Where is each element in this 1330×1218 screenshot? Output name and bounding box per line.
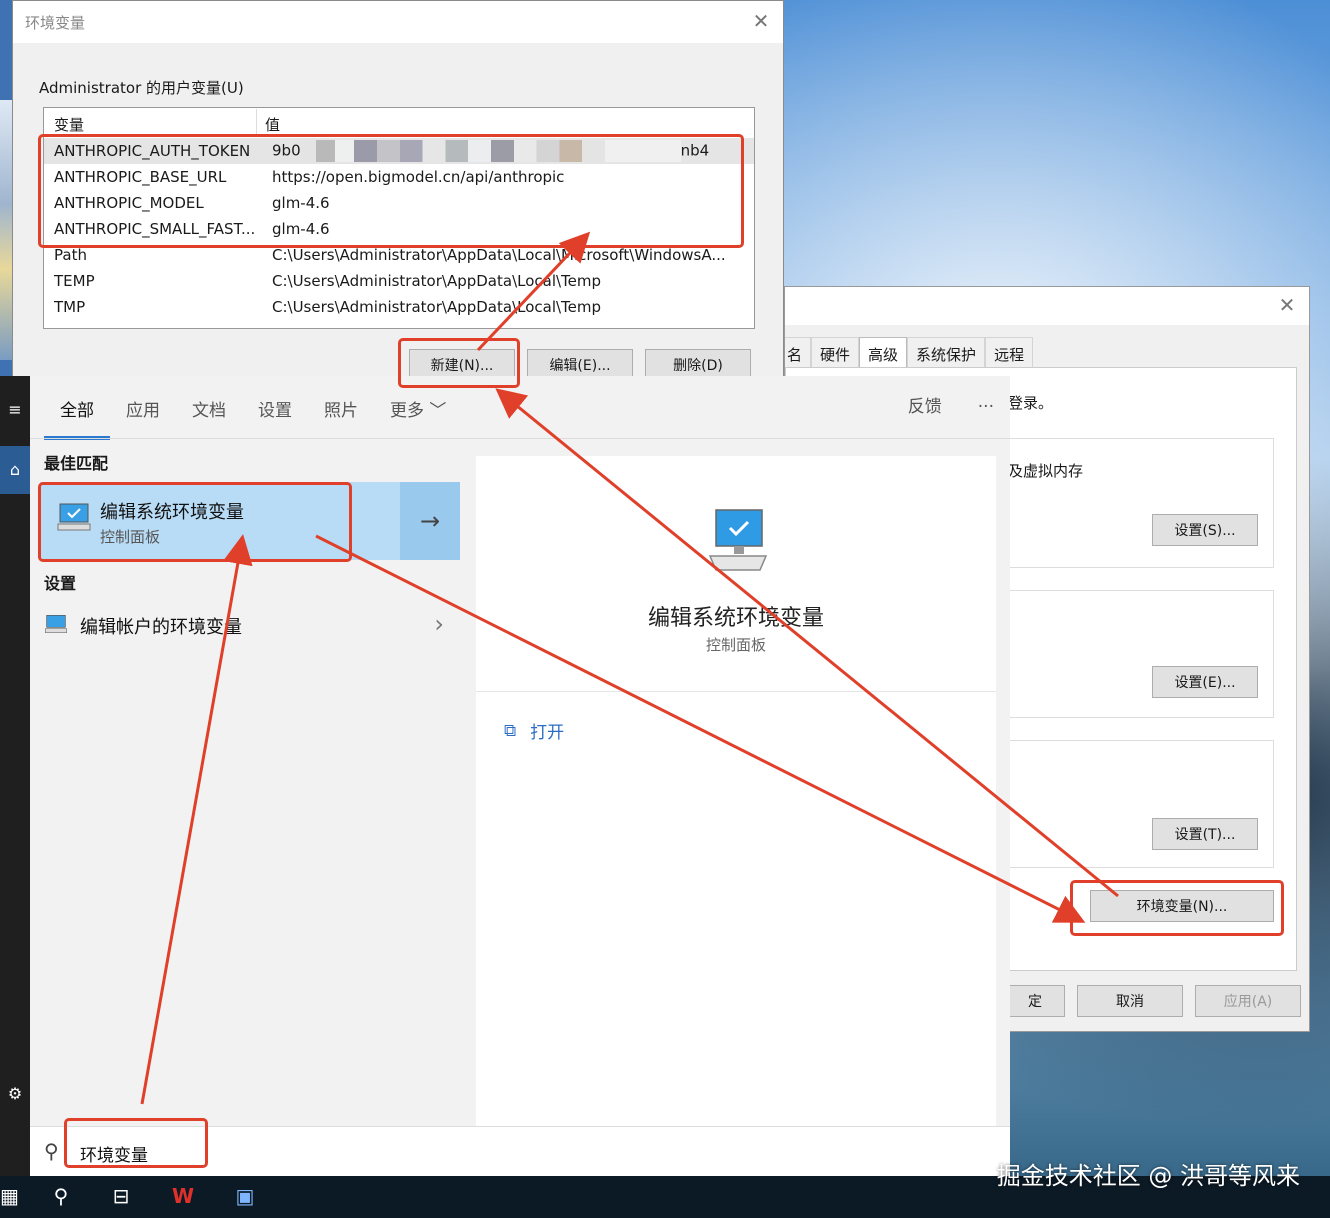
computer-icon [708, 509, 768, 571]
home-icon[interactable]: ⌂ [0, 446, 30, 494]
variable-value: C:\Users\Administrator\AppData\Local\Tem… [272, 298, 602, 316]
tab-computer-name[interactable]: 名 [785, 337, 812, 367]
wps-office-icon[interactable]: W [166, 1184, 200, 1212]
highlight-best-match [38, 482, 352, 562]
tab-apps[interactable]: 应用 [110, 392, 176, 440]
column-header-value[interactable]: 值 [257, 114, 754, 135]
monitor-icon [45, 615, 67, 633]
cancel-button[interactable]: 取消 [1077, 985, 1183, 1017]
virtual-memory-text: 及虚拟内存 [1008, 462, 1084, 480]
search-scope-tabs: 全部 应用 文档 设置 照片 更多 ﹀ [44, 392, 462, 440]
settings-gear-icon[interactable]: ⚙ [0, 1084, 30, 1103]
tab-photos[interactable]: 照片 [308, 392, 374, 440]
tab-more[interactable]: 更多 ﹀ [374, 392, 462, 440]
dialog-title: 环境变量 [25, 13, 86, 32]
preview-header: 编辑系统环境变量 控制面板 [476, 456, 996, 692]
start-nav-strip: ≡ ⌂ ⚙ [0, 376, 30, 1176]
variable-value: C:\Users\Administrator\AppData\Local\Tem… [272, 272, 602, 290]
settings-result-title: 编辑帐户的环境变量 [80, 617, 242, 638]
tab-hardware[interactable]: 硬件 [811, 337, 860, 367]
remote-desktop-icon[interactable]: ▣ [228, 1184, 262, 1212]
search-icon: ⚲ [44, 1139, 59, 1163]
open-action[interactable]: ⧉ 打开 [504, 718, 565, 744]
preview-title: 编辑系统环境变量 [647, 606, 824, 631]
search-tools: 反馈 ··· [908, 392, 994, 422]
highlight-search-query [64, 1118, 208, 1168]
variable-value: C:\Users\Administrator\AppData\Local\Mic… [272, 246, 726, 264]
more-label: 更多 [390, 401, 424, 421]
tab-documents[interactable]: 文档 [176, 392, 242, 440]
settings-heading: 设置 [44, 574, 77, 593]
startup-settings-button[interactable]: 设置(T)... [1152, 818, 1258, 850]
search-icon[interactable]: ⚲ [46, 1184, 76, 1212]
profile-settings-button[interactable]: 设置(E)... [1152, 666, 1258, 698]
best-match-heading: 最佳匹配 [44, 454, 109, 473]
tab-settings[interactable]: 设置 [242, 392, 308, 440]
settings-result-item[interactable]: 编辑帐户的环境变量 › [40, 606, 460, 646]
table-row[interactable]: TEMP C:\Users\Administrator\AppData\Loca… [44, 268, 754, 294]
variable-name: Path [54, 246, 87, 264]
tab-divider [30, 438, 1010, 439]
variable-name: TMP [54, 298, 86, 316]
tab-system-protection[interactable]: 系统保护 [907, 337, 986, 367]
highlight-new-button [398, 338, 520, 388]
preview-subtitle: 控制面板 [705, 636, 766, 654]
more-options-icon[interactable]: ··· [978, 392, 994, 422]
watermark: 掘金技术社区 @ 洪哥等风来 [996, 1162, 1300, 1190]
task-view-icon[interactable]: ⊟ [106, 1184, 136, 1212]
login-text: 登录。 [1008, 394, 1054, 412]
performance-settings-button[interactable]: 设置(S)... [1152, 514, 1258, 546]
sys-tabs: 名 硬件 高级 系统保护 远程 [785, 337, 1034, 367]
feedback-button[interactable]: 反馈 [908, 392, 942, 422]
table-row[interactable]: TMP C:\Users\Administrator\AppData\Local… [44, 294, 754, 320]
tab-advanced[interactable]: 高级 [859, 337, 908, 367]
start-windows-icon[interactable]: ▦ [0, 1184, 19, 1212]
chevron-right-icon: › [434, 610, 444, 638]
close-icon[interactable]: ✕ [751, 11, 771, 31]
user-variables-label: Administrator 的用户变量(U) [39, 79, 244, 97]
chevron-down-icon: ﹀ [429, 401, 447, 421]
close-icon[interactable]: ✕ [1277, 295, 1297, 315]
sys-titlebar [785, 287, 1309, 325]
result-preview-pane: 编辑系统环境变量 控制面板 ⧉ 打开 [476, 456, 996, 1126]
highlight-env-vars-button [1070, 880, 1284, 936]
tab-all[interactable]: 全部 [44, 392, 110, 440]
column-header-variable[interactable]: 变量 [44, 114, 256, 135]
hamburger-menu-icon[interactable]: ≡ [0, 400, 30, 419]
ok-button[interactable]: 定 [1005, 985, 1065, 1017]
apply-button[interactable]: 应用(A) [1195, 985, 1301, 1017]
open-external-icon: ⧉ [504, 720, 517, 741]
variable-name: TEMP [54, 272, 95, 290]
highlight-new-variables [38, 134, 744, 248]
expand-arrow-icon[interactable]: → [400, 482, 460, 560]
tab-remote[interactable]: 远程 [985, 337, 1034, 367]
env-titlebar: 环境变量 [13, 1, 783, 43]
open-label: 打开 [530, 723, 565, 743]
